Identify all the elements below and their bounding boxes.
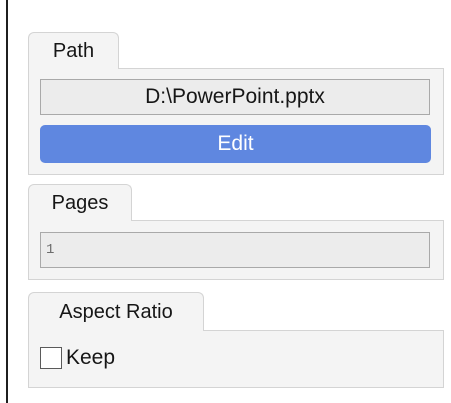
keep-label[interactable]: Keep [66,345,115,371]
keep-checkbox[interactable] [40,347,62,369]
keep-checkbox-row[interactable]: Keep [40,344,115,372]
edit-button[interactable]: Edit [40,125,431,163]
tab-path-label: Path [52,40,95,62]
tab-path: Path [28,32,119,69]
tab-aspect-ratio-label: Aspect Ratio [59,301,173,323]
path-value: D:\PowerPoint.pptx [40,79,430,115]
tab-aspect-ratio: Aspect Ratio [28,292,204,331]
tab-pages: Pages [28,184,132,221]
left-divider [6,0,8,403]
tab-pages-label: Pages [51,192,109,214]
pages-input[interactable] [40,232,430,268]
